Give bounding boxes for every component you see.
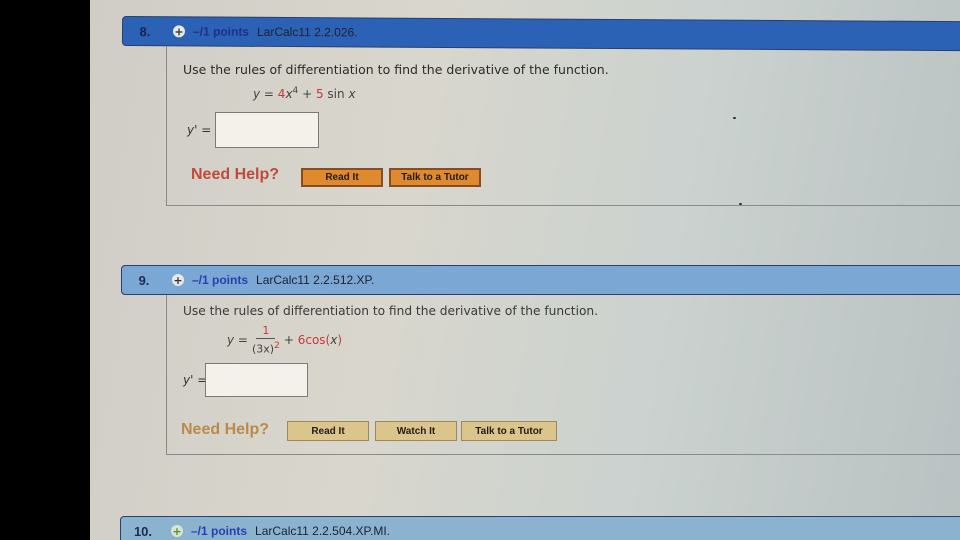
points-label: –/1 points bbox=[192, 24, 250, 39]
function-formula: y = 1 (3x)2 + 6 cos(x) bbox=[227, 324, 343, 356]
question-number: 9. bbox=[138, 272, 150, 288]
question-code: LarCalc11 2.2.512.XP. bbox=[256, 273, 375, 287]
talk-to-tutor-button[interactable]: Talk to a Tutor bbox=[461, 421, 557, 441]
question-prompt: Use the rules of differentiation to find… bbox=[183, 62, 609, 77]
question-body: Use the rules of differentiation to find… bbox=[166, 46, 960, 206]
function-formula: y = 4x4 + 5 sin x bbox=[253, 86, 356, 101]
question-body: Use the rules of differentiation to find… bbox=[166, 295, 960, 455]
screen-speck bbox=[739, 203, 742, 205]
fraction: 1 (3x)2 bbox=[251, 324, 280, 356]
read-it-button[interactable]: Read It bbox=[287, 421, 369, 441]
watch-it-button[interactable]: Watch It bbox=[375, 421, 457, 441]
answer-input[interactable] bbox=[215, 112, 319, 148]
question-number: 10. bbox=[133, 523, 153, 539]
question-code: LarCalc11 2.2.026. bbox=[256, 24, 358, 40]
question-prompt: Use the rules of differentiation to find… bbox=[183, 304, 599, 318]
points-label: –/1 points bbox=[192, 273, 249, 287]
answer-label: y' = bbox=[183, 373, 208, 387]
read-it-button[interactable]: Read It bbox=[301, 168, 383, 187]
answer-input[interactable] bbox=[205, 363, 308, 397]
browser-viewport: 8. + –/1 points LarCalc11 2.2.026. Use t… bbox=[90, 0, 960, 540]
expand-icon[interactable]: + bbox=[172, 25, 186, 38]
need-help-label: Need Help? bbox=[181, 421, 270, 438]
question-number: 8. bbox=[139, 23, 151, 39]
question-header: 10. + –/1 points LarCalc11 2.2.504.XP.MI… bbox=[120, 516, 960, 540]
question-header: 9. + –/1 points LarCalc11 2.2.512.XP. bbox=[121, 265, 960, 295]
need-help-label: Need Help? bbox=[191, 166, 280, 183]
answer-label: y' = bbox=[187, 123, 212, 137]
question-code: LarCalc11 2.2.504.XP.MI. bbox=[255, 524, 390, 538]
screen-speck bbox=[733, 117, 736, 119]
expand-icon[interactable]: + bbox=[172, 274, 184, 286]
talk-to-tutor-button[interactable]: Talk to a Tutor bbox=[389, 168, 481, 187]
points-label: –/1 points bbox=[191, 524, 248, 538]
expand-icon[interactable]: + bbox=[171, 525, 183, 537]
